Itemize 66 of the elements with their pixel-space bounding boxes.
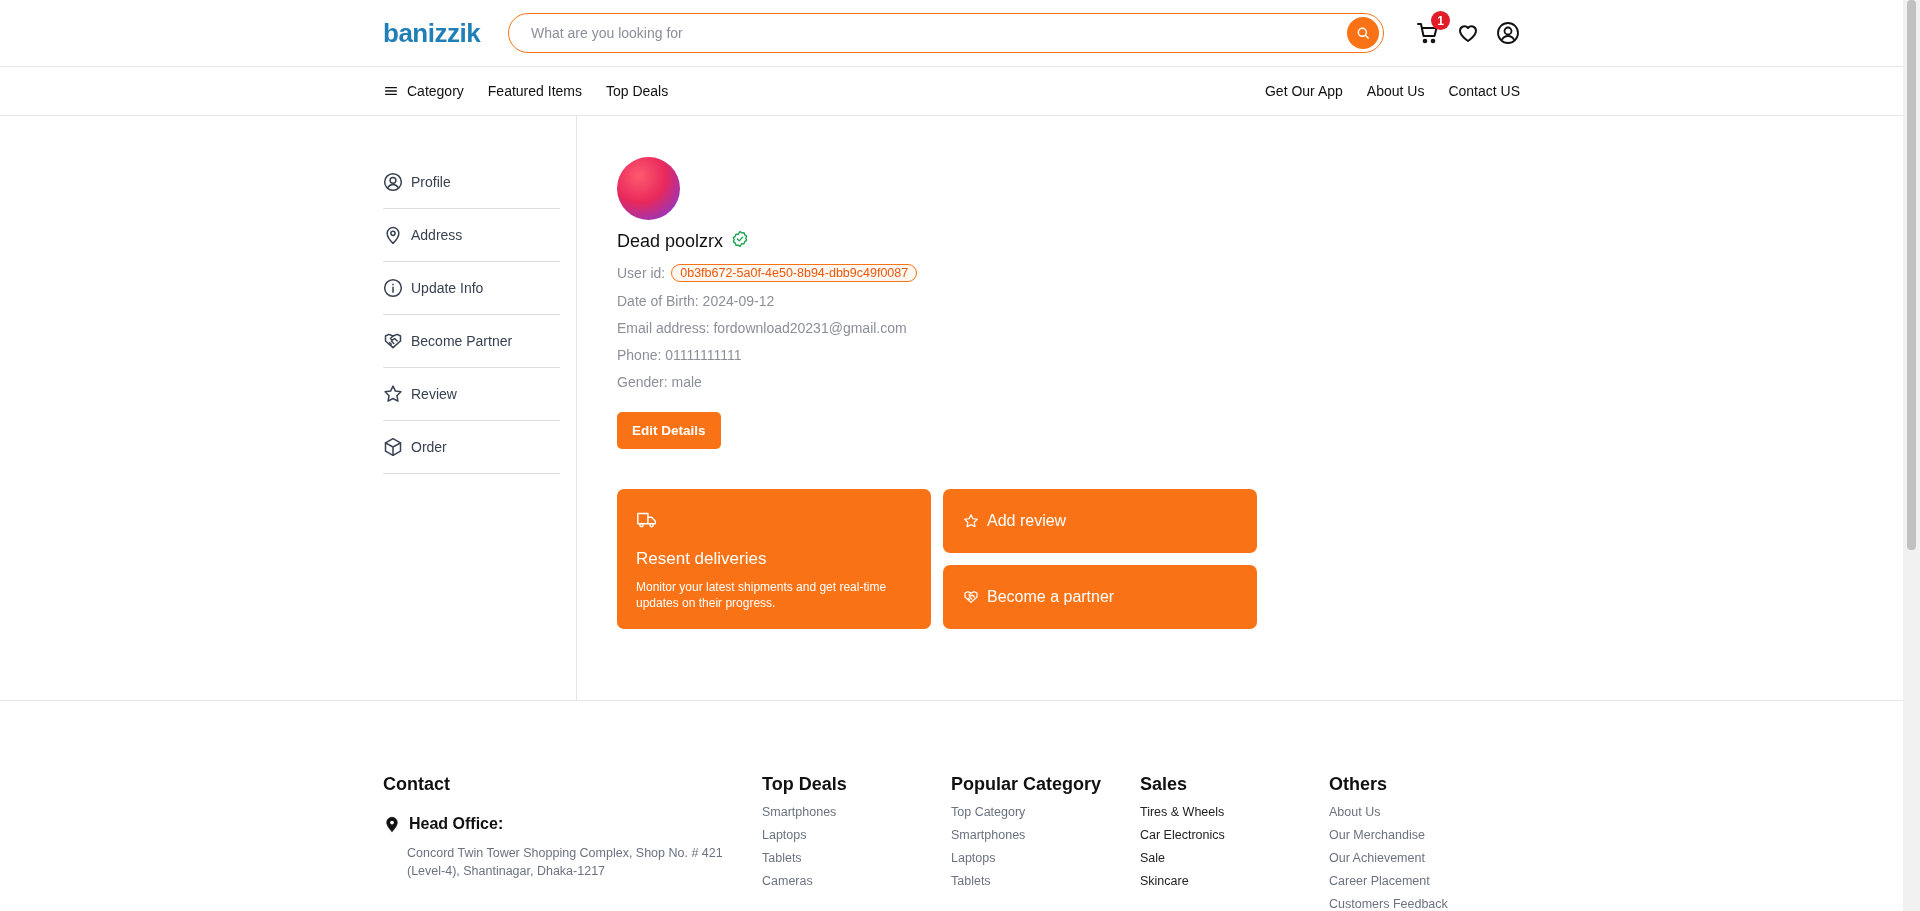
footer-link[interactable]: Career Placement [1329, 874, 1518, 889]
footer-link[interactable]: Laptops [762, 828, 951, 843]
footer-link[interactable]: Cameras [762, 874, 951, 889]
nav-link[interactable]: Category [383, 83, 464, 99]
star-icon [383, 384, 403, 404]
footer-link[interactable]: Laptops [951, 851, 1140, 866]
office-label: Head Office: [409, 815, 504, 833]
deliveries-card[interactable]: Resent deliveries Monitor your latest shipments and get real-time updates on their progress. [617, 489, 931, 629]
cart-icon [1416, 21, 1440, 45]
edit-details-button[interactable]: Edit Details [617, 412, 721, 449]
action-card[interactable]: Become a partner [943, 565, 1257, 629]
footer-heading: Others [1329, 774, 1389, 795]
sidebar-item[interactable]: Update Info [411, 280, 484, 296]
nav-link[interactable]: Top Deals [605, 83, 669, 99]
footer-link[interactable]: Our Merchandise [1329, 828, 1518, 843]
location-pin-icon [383, 815, 401, 833]
action-card[interactable]: Add review [943, 489, 1257, 553]
handshake-icon [963, 589, 979, 605]
nav-link[interactable]: Contact US [1448, 83, 1520, 99]
card-title: Resent deliveries [636, 549, 768, 569]
profile-field: Email address: fordownload20231@gmail.com [617, 320, 907, 336]
profile-field: Gender: male [617, 374, 702, 390]
sidebar-item[interactable]: Become Partner [411, 333, 513, 349]
verified-badge-icon [731, 230, 750, 248]
sidebar-item[interactable]: Review [411, 386, 457, 402]
footer-link[interactable]: Top Category [951, 805, 1140, 820]
footer-link[interactable]: About Us [1329, 805, 1518, 820]
search-button[interactable] [1347, 17, 1379, 49]
footer-heading: Popular Category [951, 774, 1103, 795]
user-name: Dead poolzrx [617, 231, 724, 252]
account-icon [1496, 21, 1520, 45]
office-address: Concord Twin Tower Shopping Complex, Shop No. # 421 (Level-4), Shantinagar, Dhaka-1217 [407, 845, 724, 880]
location-pin-icon [383, 225, 403, 245]
sidebar-item[interactable]: Address [411, 227, 463, 243]
search-icon [1355, 25, 1371, 41]
card-description: Monitor your latest shipments and get real-time updates on their progress. [636, 579, 888, 612]
footer-link[interactable]: Our Achievement [1329, 851, 1518, 866]
scrollbar[interactable] [1903, 0, 1920, 911]
footer-link[interactable]: Tires & Wheels [1140, 805, 1329, 820]
cart-count-badge: 1 [1431, 11, 1450, 30]
footer-link[interactable]: Car Electronics [1140, 828, 1329, 843]
nav-link[interactable]: Get Our App [1265, 83, 1343, 99]
nav-link[interactable]: Featured Items [487, 83, 582, 99]
info-icon [383, 278, 403, 298]
footer-link[interactable]: Smartphones [762, 805, 951, 820]
footer-heading: Contact [383, 774, 451, 795]
footer-heading: Top Deals [762, 774, 848, 795]
user-id-label: User id: [617, 265, 666, 281]
profile-field: Date of Birth: 2024-09-12 [617, 293, 775, 309]
package-icon [383, 437, 403, 457]
nav-link[interactable]: About Us [1366, 83, 1425, 99]
sidebar-item[interactable]: Order [411, 439, 447, 455]
footer-link[interactable]: Skincare [1140, 874, 1329, 889]
user-icon [383, 172, 403, 192]
logo[interactable]: banizzik [383, 17, 481, 49]
footer-link[interactable]: Tablets [951, 874, 1140, 889]
user-id-value: 0b3fb672-5a0f-4e50-8b94-dbb9c49f0087 [671, 264, 918, 282]
footer-link[interactable]: Sale [1140, 851, 1329, 866]
footer-link[interactable]: Smartphones [951, 828, 1140, 843]
footer-link[interactable]: Tablets [762, 851, 951, 866]
footer-link[interactable]: Customers Feedback [1329, 897, 1518, 911]
handshake-icon [383, 331, 403, 351]
sidebar-item[interactable]: Profile [411, 174, 451, 190]
profile-field: Phone: 01111111111 [617, 347, 742, 363]
star-icon [963, 513, 979, 529]
footer-heading: Sales [1140, 774, 1189, 795]
